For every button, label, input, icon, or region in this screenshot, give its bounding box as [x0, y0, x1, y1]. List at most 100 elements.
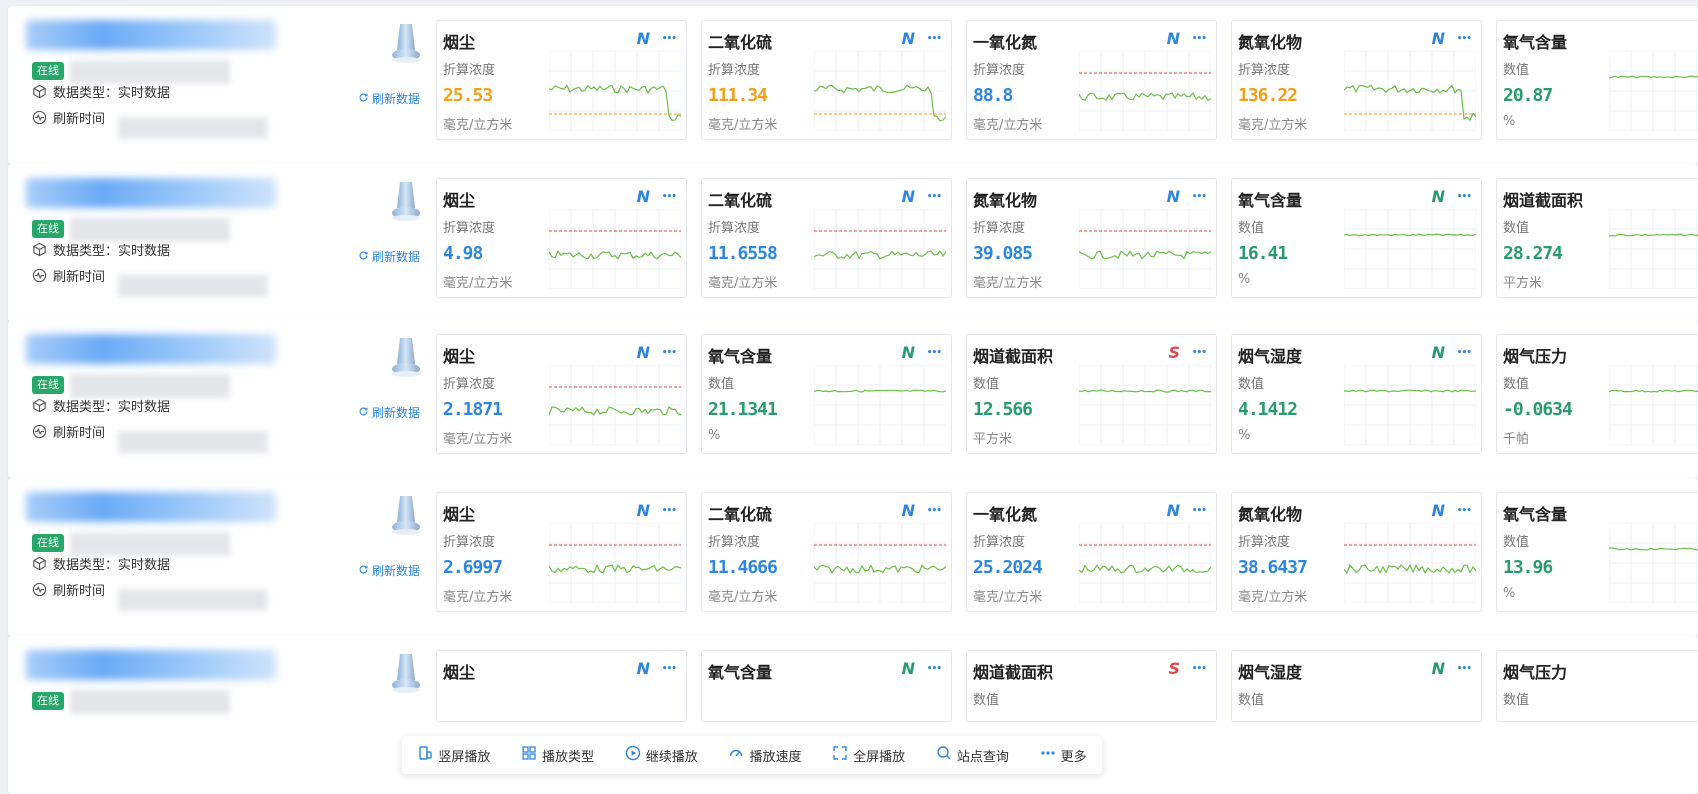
metric-card[interactable]: 烟尘 N •••	[436, 650, 687, 722]
metric-label: 数值	[1503, 63, 1530, 78]
metric-card[interactable]: 烟尘 N ••• 折算浓度 25.53 毫克/立方米	[436, 20, 687, 140]
more-button[interactable]: 更多	[1040, 745, 1087, 765]
more-options-icon[interactable]: •••	[1457, 664, 1472, 674]
toolbar-button[interactable]: 继续播放	[625, 745, 698, 765]
metric-card[interactable]: 氧气含量 数值 13.96%	[1496, 492, 1698, 612]
sparkline-chart	[549, 523, 681, 603]
metric-label: 数值	[1238, 221, 1265, 236]
more-options-icon[interactable]: •••	[927, 348, 942, 358]
data-type-label: 数据类型：	[53, 558, 119, 573]
more-options-icon[interactable]: •••	[662, 664, 677, 674]
metric-card[interactable]: 烟气湿度 N ••• 数值 4.1412%	[1231, 334, 1482, 454]
more-options-icon[interactable]: •••	[927, 664, 942, 674]
metric-card[interactable]: 氧气含量 N ••• 数值 16.41%	[1231, 178, 1482, 298]
station-subtitle-redacted	[70, 532, 230, 556]
data-type-label: 数据类型：	[53, 244, 119, 259]
device-bulb-icon	[388, 180, 424, 224]
metric-card[interactable]: 氮氧化物 N ••• 折算浓度 136.22 毫克/立方米	[1231, 20, 1482, 140]
more-options-icon[interactable]: •••	[1457, 348, 1472, 358]
sparkline-chart	[1079, 209, 1211, 289]
refresh-time-redacted	[118, 589, 268, 611]
metric-unit: 毫克/立方米	[973, 590, 1043, 605]
more-options-icon[interactable]: •••	[927, 34, 942, 44]
metric-unit: 毫克/立方米	[443, 276, 513, 291]
toolbar-button[interactable]: 站点查询	[936, 745, 1009, 765]
toolbar-button[interactable]: 播放类型	[521, 745, 594, 765]
more-options-icon[interactable]: •••	[1192, 192, 1207, 202]
refresh-data-button[interactable]: 刷新数据	[358, 248, 420, 265]
refresh-data-button[interactable]: 刷新数据	[358, 90, 420, 107]
refresh-data-button[interactable]: 刷新数据	[358, 562, 420, 579]
sparkline-chart	[1344, 51, 1476, 131]
metric-card[interactable]: 氧气含量 N ••• 数值 21.1341%	[701, 334, 952, 454]
station-subtitle-redacted	[70, 218, 230, 242]
device-bulb-icon	[388, 652, 424, 696]
sparkline-chart	[1609, 51, 1698, 131]
metric-card[interactable]: 烟气压力 数值 -0.0634 千帕	[1496, 334, 1698, 454]
metric-card[interactable]: 烟道截面积 S ••• 数值 12.566 平方米	[966, 334, 1217, 454]
metric-value: -0.0634	[1503, 399, 1573, 420]
more-options-icon[interactable]: •••	[662, 34, 677, 44]
more-options-icon[interactable]: •••	[662, 506, 677, 516]
metric-value: 2.6997	[443, 557, 503, 578]
metric-title: 烟气湿度	[1238, 663, 1303, 682]
more-options-icon[interactable]: •••	[1192, 34, 1207, 44]
refresh-label: 刷新数据	[372, 564, 421, 578]
metric-card[interactable]: 烟尘 N ••• 折算浓度 4.98 毫克/立方米	[436, 178, 687, 298]
metric-card[interactable]: 氮氧化物 N ••• 折算浓度 38.6437 毫克/立方米	[1231, 492, 1482, 612]
refresh-time-label: 刷新时间	[53, 270, 106, 285]
status-badge: 在线	[32, 376, 64, 394]
metric-label: 折算浓度	[973, 221, 1026, 236]
status-flag: S	[1168, 659, 1180, 678]
metric-card[interactable]: 一氧化氮 N ••• 折算浓度 25.2024 毫克/立方米	[966, 492, 1217, 612]
metric-title: 一氧化氮	[973, 33, 1038, 52]
sparkline-chart	[1609, 523, 1698, 603]
station-name-redacted	[26, 20, 276, 50]
metric-card[interactable]: 烟道截面积 S ••• 数值	[966, 650, 1217, 722]
station-subtitle-redacted	[70, 374, 230, 398]
metric-card[interactable]: 烟气湿度 N ••• 数值	[1231, 650, 1482, 722]
more-options-icon[interactable]: •••	[1457, 192, 1472, 202]
fullscreen-icon	[832, 745, 848, 765]
refresh-data-button[interactable]: 刷新数据	[358, 404, 420, 421]
metric-card[interactable]: 烟道截面积 数值 28.274 平方米	[1496, 178, 1698, 298]
more-options-icon[interactable]: •••	[927, 506, 942, 516]
metric-card[interactable]: 二氧化硫 N ••• 折算浓度 111.34 毫克/立方米	[701, 20, 952, 140]
metric-card[interactable]: 烟气压力 数值	[1496, 650, 1698, 722]
metric-card[interactable]: 氮氧化物 N ••• 折算浓度 39.085 毫克/立方米	[966, 178, 1217, 298]
station-name-redacted	[26, 178, 276, 208]
metric-title: 烟尘	[443, 33, 476, 52]
more-options-icon[interactable]: •••	[662, 192, 677, 202]
more-options-icon[interactable]: •••	[1457, 506, 1472, 516]
status-flag: N	[1166, 501, 1180, 520]
metric-title: 烟尘	[443, 347, 476, 366]
metric-card[interactable]: 一氧化氮 N ••• 折算浓度 88.8 毫克/立方米	[966, 20, 1217, 140]
more-options-icon[interactable]: •••	[662, 348, 677, 358]
station-name-redacted	[26, 650, 276, 680]
metric-unit: 毫克/立方米	[443, 118, 513, 133]
sparkline-chart	[1609, 209, 1698, 289]
more-options-icon[interactable]: •••	[1192, 506, 1207, 516]
status-flag: N	[901, 659, 915, 678]
metric-title: 烟道截面积	[1503, 191, 1584, 210]
metric-title: 氮氧化物	[1238, 505, 1303, 524]
more-options-icon[interactable]: •••	[1457, 34, 1472, 44]
toolbar-button[interactable]: 竖屏播放	[417, 745, 490, 765]
sparkline-chart	[549, 51, 681, 131]
metric-card[interactable]: 烟尘 N ••• 折算浓度 2.1871 毫克/立方米	[436, 334, 687, 454]
metric-card[interactable]: 氧气含量 数值 20.87%	[1496, 20, 1698, 140]
station-info: 在线 数据类型： 实时数据 刷新时间 刷新数据	[8, 164, 448, 322]
more-options-icon[interactable]: •••	[927, 192, 942, 202]
metric-card[interactable]: 二氧化硫 N ••• 折算浓度 11.6558 毫克/立方米	[701, 178, 952, 298]
metric-label: 折算浓度	[708, 535, 761, 550]
more-icon	[1040, 745, 1056, 765]
metric-card[interactable]: 烟尘 N ••• 折算浓度 2.6997 毫克/立方米	[436, 492, 687, 612]
more-options-icon[interactable]: •••	[1192, 664, 1207, 674]
toolbar-button[interactable]: 全屏播放	[832, 745, 905, 765]
metric-label: 折算浓度	[443, 535, 496, 550]
more-options-icon[interactable]: •••	[1192, 348, 1207, 358]
metric-card[interactable]: 氧气含量 N •••	[701, 650, 952, 722]
metric-card[interactable]: 二氧化硫 N ••• 折算浓度 11.4666 毫克/立方米	[701, 492, 952, 612]
toolbar-button[interactable]: 播放速度	[728, 745, 801, 765]
metric-value: 11.6558	[708, 243, 778, 264]
